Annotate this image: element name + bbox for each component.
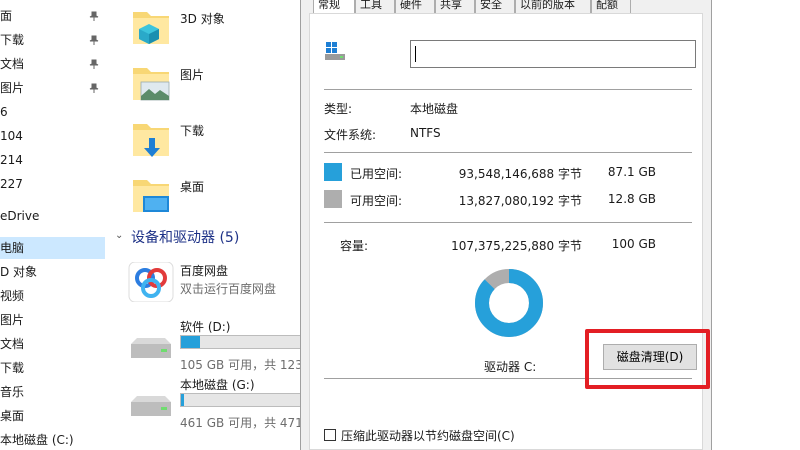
compress-drive-checkbox[interactable] <box>324 429 336 441</box>
drive-g[interactable]: 本地磁盘 (G:) 461 GB 可用，共 471 <box>105 376 300 436</box>
folder-downloads[interactable]: 下载 <box>105 116 300 166</box>
file-list: 3D 对象 图片 下载 桌面 ⌄ 设备和驱动器 (5) 百度网盘 双击运行百度网… <box>105 0 300 450</box>
devices-group-header[interactable]: 设备和驱动器 (5) <box>131 227 239 247</box>
drive-name-input[interactable] <box>410 40 696 68</box>
nav-item-documents[interactable]: 文档 <box>0 53 105 75</box>
text-caret <box>415 46 416 62</box>
capacity-label: 容量: <box>340 239 369 253</box>
nav-item-pictures[interactable]: 图片 <box>0 77 105 99</box>
drive-d-usage-fill <box>181 336 201 348</box>
nav-item-downloads-2[interactable]: 下载 <box>0 357 105 379</box>
filesystem-label: 文件系统: <box>324 128 377 142</box>
nav-item-documents-2[interactable]: 文档 <box>0 333 105 355</box>
highlight-box <box>585 329 710 389</box>
type-value: 本地磁盘 <box>410 102 459 116</box>
3d-objects-folder-icon <box>133 12 169 44</box>
filesystem-value: NTFS <box>410 126 441 140</box>
tab-tools[interactable]: 工具 <box>355 0 395 13</box>
nav-item-downloads[interactable]: 下载 <box>0 29 105 51</box>
free-space-size: 12.8 GB <box>607 192 656 206</box>
nav-item-3d-objects[interactable]: D 对象 <box>0 261 105 283</box>
nav-item-desktop[interactable]: 面 <box>0 5 105 27</box>
nav-item-videos[interactable]: 视频 <box>0 285 105 307</box>
folder-3d-objects[interactable]: 3D 对象 <box>105 4 300 54</box>
properties-dialog: 常规 工具 硬件 共享 安全 以前的版本 配额 类型: 本地磁盘 文件系统: N… <box>300 0 712 450</box>
used-space-bytes: 93,548,146,688 字节 <box>458 167 582 181</box>
used-space-size: 87.1 GB <box>607 165 656 179</box>
hard-drive-icon <box>131 396 171 416</box>
downloads-folder-icon <box>133 124 169 157</box>
nav-item-folder-6[interactable]: 6 <box>0 101 105 123</box>
capacity-bytes: 107,375,225,880 字节 <box>451 239 582 253</box>
drive-icon <box>325 42 345 60</box>
pin-icon <box>89 11 99 21</box>
compress-drive-label: 压缩此驱动器以节约磁盘空间(C) <box>341 429 515 443</box>
type-label: 类型: <box>324 102 353 116</box>
free-space-swatch <box>324 190 342 208</box>
free-space-bytes: 13,827,080,192 字节 <box>458 194 582 208</box>
drive-g-usage-bar <box>180 393 300 407</box>
tab-previous-versions[interactable]: 以前的版本 <box>515 0 591 13</box>
desktop-folder-icon <box>133 180 169 212</box>
separator <box>324 89 692 90</box>
nav-item-folder-227[interactable]: 227 <box>0 173 105 195</box>
nav-item-pictures-2[interactable]: 图片 <box>0 309 105 331</box>
nav-item-folder-104[interactable]: 104 <box>0 125 105 147</box>
folder-pictures[interactable]: 图片 <box>105 60 300 110</box>
navigation-pane: 面 下载 文档 图片 6 104 214 227 eDrive 电脑 D 对象 … <box>0 0 105 450</box>
disk-usage-donut <box>475 269 543 337</box>
drive-d-usage-bar <box>180 335 300 349</box>
nav-item-desktop-2[interactable]: 桌面 <box>0 405 105 427</box>
nav-item-local-disk-c[interactable]: 本地磁盘 (C:) <box>0 429 105 450</box>
tab-quota[interactable]: 配额 <box>591 0 631 13</box>
pin-icon <box>89 35 99 45</box>
collapse-chevron-icon[interactable]: ⌄ <box>115 230 123 241</box>
capacity-size: 100 GB <box>611 237 656 251</box>
nav-item-this-pc[interactable]: 电脑 <box>0 237 105 259</box>
pin-icon <box>89 59 99 69</box>
pictures-folder-icon <box>133 68 170 101</box>
drive-g-usage-fill <box>181 394 184 406</box>
used-space-swatch <box>324 163 342 181</box>
free-space-label: 可用空间: <box>350 194 403 208</box>
nav-item-music[interactable]: 音乐 <box>0 381 105 403</box>
drive-label: 驱动器 C: <box>484 360 537 374</box>
separator <box>324 222 692 223</box>
nav-item-onedrive[interactable]: eDrive <box>0 205 105 227</box>
tab-hardware[interactable]: 硬件 <box>395 0 435 13</box>
hard-drive-icon <box>131 338 171 358</box>
nav-item-folder-214[interactable]: 214 <box>0 149 105 171</box>
used-space-label: 已用空间: <box>350 167 403 181</box>
drive-baidu-netdisk[interactable]: 百度网盘 双击运行百度网盘 <box>105 262 300 322</box>
tab-sharing[interactable]: 共享 <box>435 0 475 13</box>
separator <box>324 152 692 153</box>
baidu-netdisk-icon <box>128 262 174 302</box>
folder-desktop[interactable]: 桌面 <box>105 172 300 222</box>
tab-security[interactable]: 安全 <box>475 0 515 13</box>
drive-d[interactable]: 软件 (D:) 105 GB 可用，共 123 <box>105 318 300 378</box>
pin-icon <box>89 83 99 93</box>
